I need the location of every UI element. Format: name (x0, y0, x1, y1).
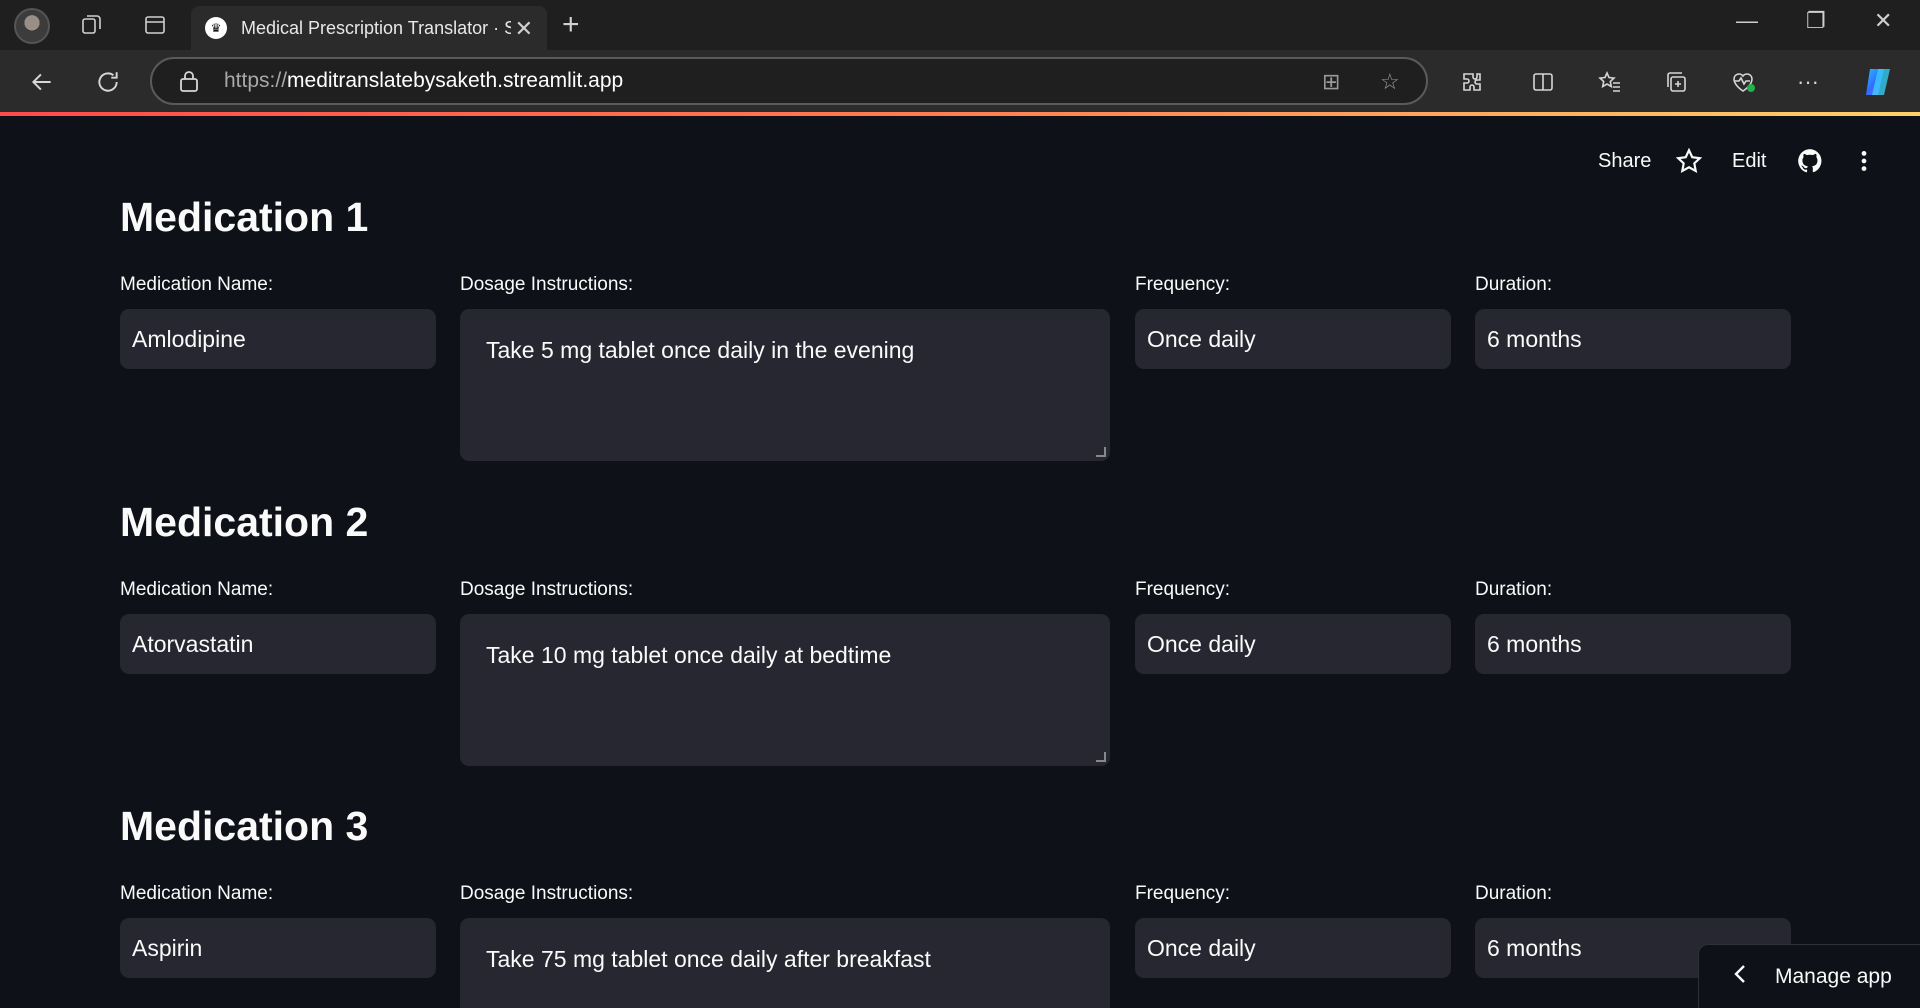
medication-2-frequency-label: Frequency: (1135, 579, 1231, 600)
medication-2-duration-label: Duration: (1475, 579, 1553, 600)
medication-2-dosage-text: Take 10 mg tablet once daily at bedtime (486, 642, 892, 668)
minimize-icon[interactable]: — (1736, 8, 1758, 34)
more-options-icon[interactable]: ··· (1790, 64, 1826, 100)
reload-icon[interactable] (90, 64, 126, 100)
share-button[interactable]: Share (1598, 150, 1651, 173)
active-tab[interactable]: ♛ Medical Prescription Translator · S ✕ (191, 6, 547, 50)
streamlit-favicon-icon: ♛ (205, 17, 227, 39)
medication-1-frequency-input[interactable]: Once daily (1135, 309, 1451, 369)
close-window-icon[interactable]: ✕ (1874, 8, 1892, 34)
medication-1-frequency-label: Frequency: (1135, 274, 1231, 295)
medication-2-dosage-label: Dosage Instructions: (460, 579, 634, 600)
medication-2-name-label: Medication Name: (120, 579, 274, 600)
medication-2-duration-input[interactable]: 6 months (1475, 614, 1791, 674)
resize-handle-icon[interactable] (1096, 447, 1106, 457)
medication-2-dosage-textarea[interactable]: Take 10 mg tablet once daily at bedtime (460, 614, 1110, 766)
medication-1-dosage-text: Take 5 mg tablet once daily in the eveni… (486, 337, 915, 363)
medication-3-heading: Medication 3 (120, 803, 369, 849)
chevron-left-icon (1733, 964, 1747, 990)
medication-1-heading: Medication 1 (120, 194, 369, 240)
collections-icon[interactable] (1658, 64, 1694, 100)
medication-1-duration-input[interactable]: 6 months (1475, 309, 1791, 369)
app-available-icon[interactable]: ⊞ (1322, 69, 1340, 95)
edit-button[interactable]: Edit (1732, 150, 1766, 173)
extensions-icon[interactable] (1454, 64, 1490, 100)
url-host: meditranslatebysaketh.streamlit.app (287, 69, 624, 92)
url-scheme: https:// (224, 69, 288, 92)
profile-avatar-icon[interactable] (14, 8, 50, 44)
browser-tab-bar: ♛ Medical Prescription Translator · S ✕ … (0, 0, 1920, 50)
github-icon[interactable] (1797, 148, 1823, 180)
favorite-star-icon[interactable]: ☆ (1380, 69, 1400, 95)
star-icon[interactable] (1675, 147, 1703, 180)
medication-1-name-input[interactable]: Amlodipine (120, 309, 436, 369)
favorites-icon[interactable] (1592, 64, 1628, 100)
copilot-icon[interactable] (1860, 64, 1896, 100)
tab-title: Medical Prescription Translator · S (241, 17, 511, 38)
medication-1-name-label: Medication Name: (120, 274, 274, 295)
medication-2-frequency-input[interactable]: Once daily (1135, 614, 1451, 674)
browser-toolbar: https://meditranslatebysaketh.streamlit.… (0, 50, 1920, 114)
medication-1-duration-label: Duration: (1475, 274, 1553, 295)
manage-app-label: Manage app (1775, 964, 1892, 988)
new-tab-icon[interactable]: + (562, 8, 580, 42)
main-menu-icon[interactable] (1859, 148, 1869, 180)
medication-1-dosage-label: Dosage Instructions: (460, 274, 634, 295)
medication-2-heading: Medication 2 (120, 499, 369, 545)
close-tab-icon[interactable]: ✕ (515, 16, 533, 42)
restore-icon[interactable]: ❐ (1806, 8, 1826, 34)
medication-3-duration-label: Duration: (1475, 883, 1553, 904)
medication-3-name-input[interactable]: Aspirin (120, 918, 436, 978)
medication-1-dosage-textarea[interactable]: Take 5 mg tablet once daily in the eveni… (460, 309, 1110, 461)
resize-handle-icon[interactable] (1096, 752, 1106, 762)
address-bar[interactable]: https://meditranslatebysaketh.streamlit.… (150, 57, 1428, 105)
medication-3-frequency-input[interactable]: Once daily (1135, 918, 1451, 978)
browser-essentials-icon[interactable] (1725, 64, 1761, 100)
medication-2-name-input[interactable]: Atorvastatin (120, 614, 436, 674)
tab-actions-icon[interactable] (141, 11, 169, 39)
back-icon[interactable] (24, 64, 60, 100)
lock-icon[interactable] (178, 69, 200, 93)
medication-3-name-label: Medication Name: (120, 883, 274, 904)
medication-3-frequency-label: Frequency: (1135, 883, 1231, 904)
medication-3-dosage-text: Take 75 mg tablet once daily after break… (486, 946, 931, 972)
medication-3-dosage-label: Dosage Instructions: (460, 883, 634, 904)
workspaces-icon[interactable] (78, 11, 106, 39)
split-screen-icon[interactable] (1525, 64, 1561, 100)
streamlit-top-decoration (0, 112, 1920, 116)
manage-app-button[interactable]: Manage app (1698, 944, 1920, 1008)
medication-3-dosage-textarea[interactable]: Take 75 mg tablet once daily after break… (460, 918, 1110, 1008)
